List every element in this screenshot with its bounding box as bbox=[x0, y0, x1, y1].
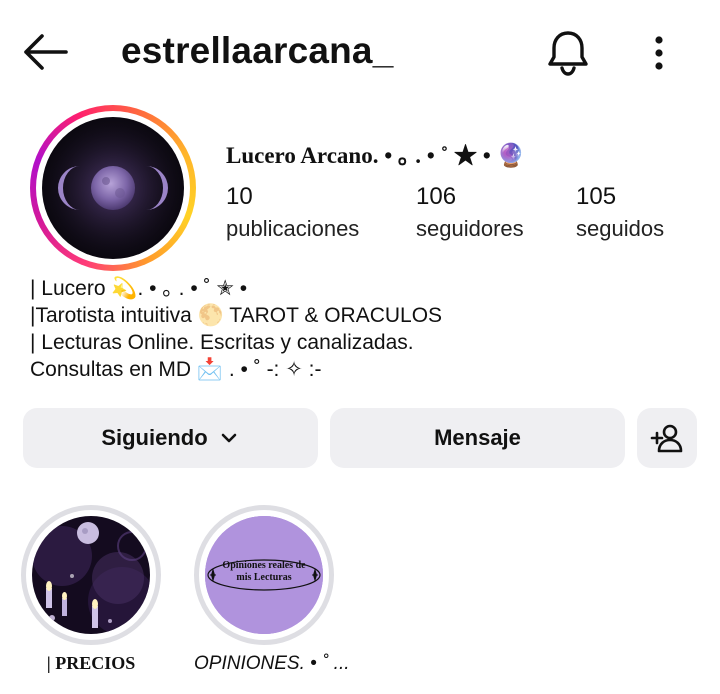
bio-line: | Lecturas Online. Escritas y canalizada… bbox=[30, 331, 414, 354]
notifications-button[interactable] bbox=[545, 28, 591, 76]
profile-display-name: Lucero Arcano. • ｡ . • ˚ ★ • 🔮 bbox=[226, 143, 526, 168]
highlight-opiniones[interactable]: Opiniones reales de mis Lecturas OPINION… bbox=[194, 505, 350, 675]
following-button-label: Siguiendo bbox=[101, 425, 208, 450]
more-vertical-icon bbox=[655, 36, 663, 70]
candles-moon-image bbox=[32, 516, 150, 634]
highlight-label: OPINIONES. • ˚ ... bbox=[194, 653, 350, 674]
highlight-precios[interactable]: | PRECIOS bbox=[21, 505, 161, 674]
stat-following-label: seguidos bbox=[576, 216, 665, 241]
stat-following[interactable]: 105 seguidos bbox=[576, 182, 664, 246]
bio-line: |Tarotista intuitiva 🌕 TAROT & ORACULOS bbox=[30, 304, 443, 327]
highlight-ring bbox=[21, 505, 161, 645]
suggest-people-button[interactable] bbox=[637, 408, 697, 468]
message-button-label: Mensaje bbox=[434, 425, 521, 450]
bio-line: Consultas en MD 📩 . • ˚ -: ✧ :- bbox=[30, 358, 322, 381]
bio-line: | Lucero 💫. • ｡ . • ˚ ✭ • bbox=[30, 277, 248, 300]
highlight-cover-text: Opiniones reales de mis Lecturas bbox=[205, 560, 323, 584]
back-button[interactable] bbox=[20, 32, 70, 72]
stat-followers-label: seguidores bbox=[416, 216, 524, 241]
stat-posts-label: publicaciones bbox=[226, 216, 360, 241]
triple-moon-avatar-image bbox=[43, 118, 183, 258]
profile-bio: | Lucero 💫. • ｡ . • ˚ ✭ • |Tarotista int… bbox=[30, 275, 710, 383]
cover-text-line: Opiniones reales de bbox=[222, 560, 306, 571]
highlight-cover-image: Opiniones reales de mis Lecturas bbox=[205, 516, 323, 634]
add-person-icon bbox=[650, 424, 683, 453]
message-button[interactable]: Mensaje bbox=[330, 408, 625, 468]
profile-avatar-story-ring[interactable] bbox=[30, 105, 196, 271]
avatar bbox=[42, 117, 184, 259]
bell-icon bbox=[548, 31, 588, 76]
chevron-down-icon bbox=[221, 433, 236, 443]
top-bar: estrellaarcana_ bbox=[0, 0, 720, 100]
highlight-cover-image bbox=[32, 516, 150, 634]
highlight-ring: Opiniones reales de mis Lecturas bbox=[194, 505, 334, 645]
following-button[interactable]: Siguiendo bbox=[23, 408, 318, 468]
stat-followers-value: 106 bbox=[416, 183, 457, 210]
cover-text-line: mis Lecturas bbox=[236, 572, 292, 583]
stat-following-value: 105 bbox=[576, 183, 617, 210]
more-options-button[interactable] bbox=[646, 34, 672, 74]
arrow-left-icon bbox=[24, 34, 68, 70]
stat-followers[interactable]: 106 seguidores bbox=[416, 182, 524, 246]
stat-posts-value: 10 bbox=[226, 183, 253, 210]
highlight-label: | PRECIOS bbox=[46, 653, 136, 673]
stat-posts[interactable]: 10 publicaciones bbox=[226, 182, 359, 246]
profile-username: estrellaarcana_ bbox=[121, 30, 394, 71]
